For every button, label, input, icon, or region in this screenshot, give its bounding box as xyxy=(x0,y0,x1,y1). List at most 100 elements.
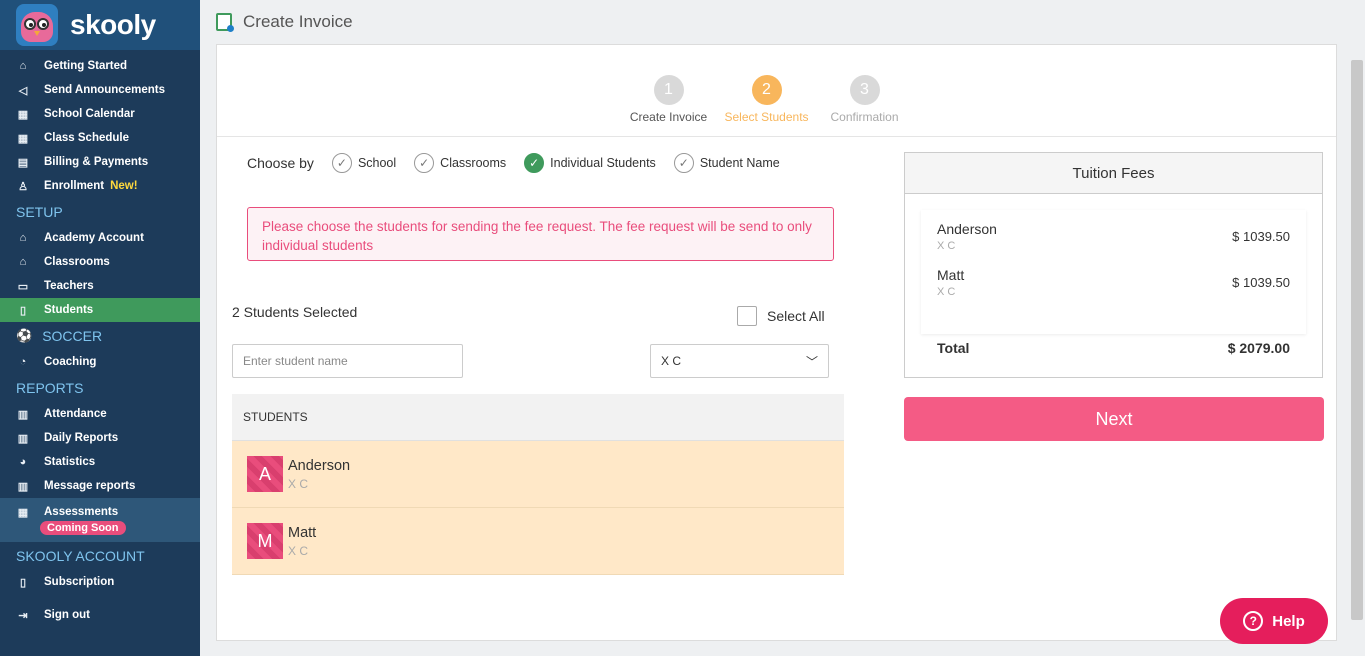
pie-chart-icon: ◕ xyxy=(19,456,27,468)
class-filter-select[interactable]: X C ﹀ xyxy=(650,344,829,378)
section-soccer: ⚽ SOCCER xyxy=(0,322,200,350)
whistle-icon: ◔ xyxy=(19,356,27,368)
section-title: SOCCER xyxy=(42,328,103,344)
fee-student-name: Anderson xyxy=(937,220,997,237)
sidebar-item-send-announcements[interactable]: ◁ Send Announcements xyxy=(0,78,200,102)
step-confirmation[interactable]: 3 Confirmation xyxy=(816,75,914,136)
classroom-icon: ⌂ xyxy=(19,256,27,268)
chevron-down-icon: ﹀ xyxy=(805,354,818,369)
checkbox-box xyxy=(737,306,757,326)
sidebar-item-label: Sign out xyxy=(44,609,90,621)
sidebar-item-teachers[interactable]: ▭ Teachers xyxy=(0,274,200,298)
sidebar-item-academy-account[interactable]: ⌂ Academy Account xyxy=(0,226,200,250)
sidebar-item-assessments[interactable]: ▦ Assessments Coming Soon xyxy=(0,498,200,542)
avatar: A xyxy=(247,456,283,492)
bookmark-icon: ▯ xyxy=(19,576,27,589)
info-alert: Please choose the students for sending t… xyxy=(247,207,834,261)
brand-header[interactable]: skooly xyxy=(0,0,200,50)
sidebar-item-label: Getting Started xyxy=(44,60,128,72)
brand-name: skooly xyxy=(70,9,156,40)
calendar-icon: ▦ xyxy=(17,506,29,519)
coming-soon-badge: Coming Soon xyxy=(40,520,126,535)
sidebar-item-billing-payments[interactable]: ▤ Billing & Payments xyxy=(0,150,200,174)
student-class: X C xyxy=(288,543,309,558)
select-value: X C xyxy=(661,354,682,368)
building-icon: ⌂ xyxy=(19,232,27,244)
sidebar-item-label: Daily Reports xyxy=(44,432,119,444)
select-all-label: Select All xyxy=(767,308,825,324)
student-search-input[interactable] xyxy=(232,344,463,378)
step-label: Create Invoice xyxy=(629,110,708,124)
check-circle-icon: ✓ xyxy=(524,153,545,173)
report-icon: ▥ xyxy=(17,480,29,493)
student-icon: ▯ xyxy=(19,304,27,317)
students-table: STUDENTS A Anderson X C M Matt X C xyxy=(232,394,844,575)
fee-student-name: Matt xyxy=(937,266,965,283)
selected-count: 2 Students Selected xyxy=(232,304,358,320)
sidebar-item-subscription[interactable]: ▯ Subscription xyxy=(0,570,200,594)
sidebar-item-daily-reports[interactable]: ▥ Daily Reports xyxy=(0,426,200,450)
invoice-icon xyxy=(216,13,234,32)
sidebar-item-label: School Calendar xyxy=(44,108,135,120)
sidebar-item-message-reports[interactable]: ▥ Message reports xyxy=(0,474,200,498)
choose-by-label: Choose by xyxy=(247,155,314,171)
option-label: Individual Students xyxy=(550,156,656,170)
fee-student-class: X C xyxy=(937,285,956,298)
choose-by-school[interactable]: ✓ School xyxy=(331,153,397,173)
report-icon: ▥ xyxy=(17,408,29,421)
help-label: Help xyxy=(1272,612,1305,630)
main-content: Create Invoice 1 Create Invoice 2 Select… xyxy=(200,0,1365,656)
calendar-icon: ▦ xyxy=(17,132,29,145)
step-select-students[interactable]: 2 Select Students xyxy=(718,75,816,136)
sidebar-item-classrooms[interactable]: ⌂ Classrooms xyxy=(0,250,200,274)
sidebar: skooly ⌂ Getting Started ◁ Send Announceme… xyxy=(0,0,200,656)
step-create-invoice[interactable]: 1 Create Invoice xyxy=(620,75,718,136)
sidebar-item-getting-started[interactable]: ⌂ Getting Started xyxy=(0,54,200,78)
sidebar-item-label: Message reports xyxy=(44,480,136,492)
avatar: M xyxy=(247,523,283,559)
sidebar-item-label: Coaching xyxy=(44,356,97,368)
skooly-owl-logo-icon xyxy=(16,4,58,46)
table-row[interactable]: M Matt X C xyxy=(232,508,844,575)
sidebar-item-enrollment[interactable]: ♙ Enrollment New! xyxy=(0,174,200,198)
home-icon: ⌂ xyxy=(19,60,27,72)
step-number: 3 xyxy=(849,75,880,105)
step-label: Confirmation xyxy=(830,110,899,124)
choose-by-individual-students[interactable]: ✓ Individual Students xyxy=(524,153,656,173)
sidebar-item-coaching[interactable]: ◔ Coaching xyxy=(0,350,200,374)
fee-amount: $ 1039.50 xyxy=(1232,228,1290,244)
tuition-fees-panel: Tuition Fees Anderson X C $ 1039.50 Matt… xyxy=(904,152,1323,378)
sidebar-item-label: Academy Account xyxy=(44,232,144,244)
next-button[interactable]: Next xyxy=(904,397,1324,441)
student-class: X C xyxy=(288,476,309,491)
sidebar-item-class-schedule[interactable]: ▦ Class Schedule xyxy=(0,126,200,150)
sidebar-item-attendance[interactable]: ▥ Attendance xyxy=(0,402,200,426)
student-name: Matt xyxy=(288,524,317,541)
sidebar-item-students[interactable]: ▯ Students xyxy=(0,298,200,322)
student-name: Anderson xyxy=(288,457,351,474)
soccer-ball-icon: ⚽ xyxy=(16,328,33,343)
fees-list: Anderson X C $ 1039.50 Matt X C $ 1039.5… xyxy=(921,210,1306,334)
section-reports: REPORTS xyxy=(16,380,84,396)
sidebar-item-label: Statistics xyxy=(44,456,96,468)
choose-by-classrooms[interactable]: ✓ Classrooms xyxy=(414,153,506,173)
fee-student-class: X C xyxy=(937,239,956,252)
choose-by-student-name[interactable]: ✓ Student Name xyxy=(673,153,780,173)
report-icon: ▥ xyxy=(17,432,29,445)
help-button[interactable]: ? Help xyxy=(1220,598,1328,644)
table-row[interactable]: A Anderson X C xyxy=(232,441,844,508)
page-title: Create Invoice xyxy=(243,12,353,31)
fee-amount: $ 1039.50 xyxy=(1232,274,1290,290)
option-label: Classrooms xyxy=(440,156,507,170)
select-all-checkbox[interactable]: Select All xyxy=(737,306,825,326)
fee-total-row: Total $ 2079.00 xyxy=(905,334,1322,356)
option-label: School xyxy=(357,156,397,170)
sidebar-item-label: Subscription xyxy=(44,576,115,588)
sidebar-item-sign-out[interactable]: ⇥ Sign out xyxy=(0,603,200,627)
sidebar-item-label: Assessments xyxy=(44,506,119,518)
scrollbar[interactable] xyxy=(1351,60,1363,620)
table-header: STUDENTS xyxy=(232,394,844,441)
sidebar-item-statistics[interactable]: ◕ Statistics xyxy=(0,450,200,474)
sidebar-item-school-calendar[interactable]: ▦ School Calendar xyxy=(0,102,200,126)
sidebar-item-label: Attendance xyxy=(44,408,107,420)
